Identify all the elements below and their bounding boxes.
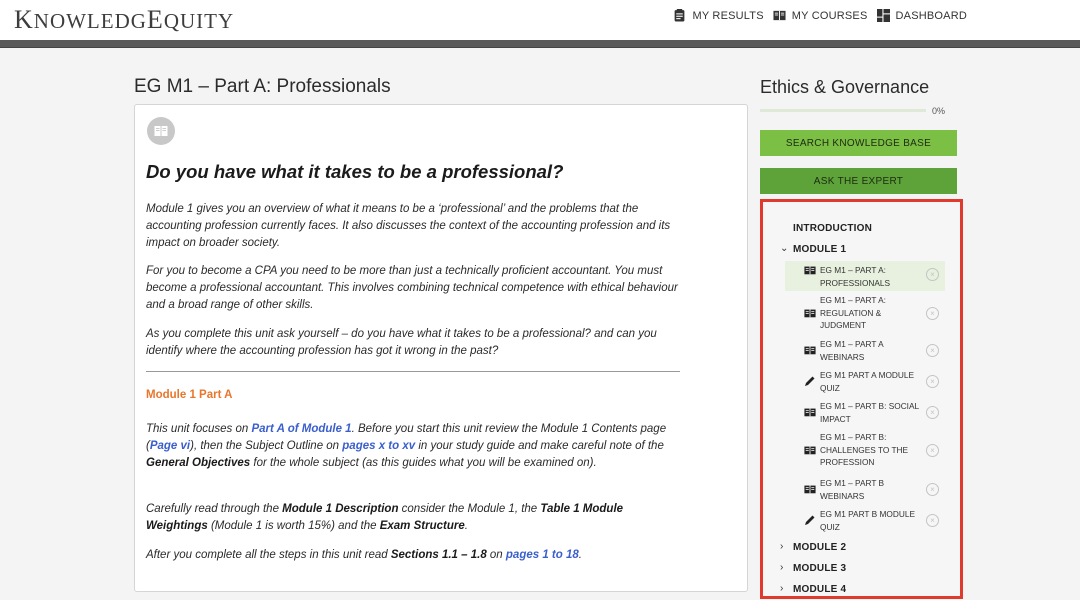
text-fragment: (Module 1 is worth 15%) and the: [207, 520, 380, 532]
lesson-book-icon: [147, 117, 175, 145]
intro-paragraph-2: For you to become a CPA you need to be m…: [146, 265, 678, 311]
text-fragment: for the whole subject (as this guides wh…: [250, 457, 597, 469]
module-subheading: Module 1 Part A: [146, 389, 233, 401]
search-knowledge-base-button[interactable]: SEARCH KNOWLEDGE BASE: [760, 130, 957, 156]
book-icon: [804, 446, 816, 455]
module-description-paragraph: Carefully read through the Module 1 Desc…: [146, 501, 686, 535]
book-icon: [804, 408, 816, 417]
lesson-label: EG M1 – PART A: REGULATION & JUDGMENT: [820, 295, 886, 330]
section-module-4[interactable]: MODULE 4: [793, 584, 846, 595]
text-fragment: in your study guide and make careful not…: [415, 440, 664, 452]
course-title: Ethics & Governance: [760, 77, 930, 97]
intro-paragraph-1: Module 1 gives you an overview of what i…: [146, 203, 671, 249]
lesson-item[interactable]: EG M1 – PART B WEBINARS ×: [785, 477, 945, 504]
reading-paragraph: After you complete all the steps in this…: [146, 547, 686, 564]
intro-paragraph-3: As you complete this unit ask yourself –…: [146, 328, 657, 357]
incomplete-status-icon: ×: [926, 514, 939, 527]
text-fragment: .: [578, 549, 582, 561]
top-navigation-bar: KNOWLEDGEQUITY MY RESULTS MY COURSES DAS…: [0, 0, 1080, 40]
general-objectives-text: General Objectives: [146, 457, 251, 469]
incomplete-status-icon: ×: [926, 344, 939, 357]
chevron-right-icon[interactable]: ›: [780, 541, 783, 552]
pencil-icon: [805, 515, 815, 525]
incomplete-status-icon: ×: [926, 483, 939, 496]
course-progress-bar: [760, 109, 926, 112]
lesson-item[interactable]: EG M1 – PART B: CHALLENGES TO THE PROFES…: [785, 431, 945, 471]
lesson-item[interactable]: EG M1 PART B MODULE QUIZ ×: [785, 508, 945, 535]
nav-my-results[interactable]: MY RESULTS: [673, 9, 764, 22]
courses-book-icon: [773, 10, 786, 21]
book-icon: [804, 346, 816, 355]
lesson-label: EG M1 – PART A: PROFESSIONALS: [820, 265, 891, 288]
section-module-1[interactable]: MODULE 1: [793, 244, 846, 255]
lesson-item[interactable]: EG M1 – PART B: SOCIAL IMPACT ×: [785, 400, 945, 427]
lesson-content-card: Do you have what it takes to be a profes…: [134, 104, 748, 592]
lesson-item[interactable]: EG M1 – PART A WEBINARS ×: [785, 338, 945, 365]
lesson-label: EG M1 PART B MODULE QUIZ: [820, 509, 915, 532]
lesson-heading: Do you have what it takes to be a profes…: [146, 161, 564, 182]
lesson-item[interactable]: EG M1 – PART A: PROFESSIONALS ×: [785, 261, 945, 291]
header-divider: [0, 40, 1080, 48]
book-icon: [804, 485, 816, 494]
nav-my-courses-label: MY COURSES: [791, 9, 868, 22]
chevron-right-icon[interactable]: ›: [780, 583, 783, 594]
incomplete-status-icon: ×: [926, 406, 939, 419]
pages-x-to-xv-link[interactable]: pages x to xv: [342, 440, 415, 452]
lesson-item[interactable]: EG M1 – PART A: REGULATION & JUDGMENT ×: [785, 294, 945, 334]
lesson-item[interactable]: EG M1 PART A MODULE QUIZ ×: [785, 369, 945, 396]
results-clipboard-icon: [675, 9, 685, 22]
sections-text: Sections 1.1 – 1.8: [390, 549, 487, 561]
pencil-icon: [805, 376, 815, 386]
text-fragment: ), then the Subject Outline on: [190, 440, 343, 452]
chevron-right-icon[interactable]: ›: [780, 562, 783, 573]
incomplete-status-icon: ×: [926, 307, 939, 320]
header-nav: MY RESULTS MY COURSES DASHBOARD: [673, 9, 967, 22]
text-fragment: Carefully read through the: [146, 503, 283, 515]
text-fragment: on: [486, 549, 506, 561]
nav-my-courses[interactable]: MY COURSES: [773, 9, 868, 22]
lesson-label: EG M1 PART A MODULE QUIZ: [820, 370, 915, 393]
content-divider: [146, 371, 680, 372]
incomplete-status-icon: ×: [926, 444, 939, 457]
dashboard-grid-icon: [876, 9, 890, 22]
pages-1-to-18-link[interactable]: pages 1 to 18: [506, 549, 579, 561]
nav-dashboard[interactable]: DASHBOARD: [876, 9, 967, 22]
text-fragment: .: [464, 520, 468, 532]
incomplete-status-icon: ×: [926, 375, 939, 388]
section-introduction[interactable]: INTRODUCTION: [793, 223, 872, 234]
knowledgequity-logo[interactable]: KNOWLEDGEQUITY: [14, 5, 234, 35]
incomplete-status-icon: ×: [926, 268, 939, 281]
page-vi-link[interactable]: Page vi: [150, 440, 190, 452]
ask-the-expert-button[interactable]: ASK THE EXPERT: [760, 168, 957, 194]
lesson-label: EG M1 – PART B: CHALLENGES TO THE PROFES…: [820, 432, 909, 467]
text-fragment: After you complete all the steps in this…: [146, 549, 391, 561]
course-navigation-panel: INTRODUCTION ⌄ MODULE 1 EG M1 – PART A: …: [760, 199, 963, 599]
module-description-text: Module 1 Description: [282, 503, 399, 515]
lesson-label: EG M1 – PART B WEBINARS: [820, 478, 885, 501]
lesson-label: EG M1 – PART A WEBINARS: [820, 339, 884, 362]
unit-focus-paragraph: This unit focuses on Part A of Module 1.…: [146, 421, 686, 472]
section-module-2[interactable]: MODULE 2: [793, 542, 846, 553]
nav-my-results-label: MY RESULTS: [692, 9, 764, 22]
nav-dashboard-label: DASHBOARD: [895, 9, 967, 22]
book-icon: [804, 266, 816, 275]
text-fragment: This unit focuses on: [146, 423, 252, 435]
part-a-module-1-link[interactable]: Part A of Module 1: [251, 423, 351, 435]
course-progress-percent: 0%: [932, 106, 946, 116]
section-module-3[interactable]: MODULE 3: [793, 563, 846, 574]
page-title: EG M1 – Part A: Professionals: [134, 76, 391, 97]
lesson-label: EG M1 – PART B: SOCIAL IMPACT: [820, 401, 919, 424]
chevron-down-icon[interactable]: ⌄: [780, 243, 788, 254]
book-icon: [804, 309, 816, 318]
text-fragment: consider the Module 1, the: [398, 503, 541, 515]
exam-structure-text: Exam Structure: [379, 520, 465, 532]
